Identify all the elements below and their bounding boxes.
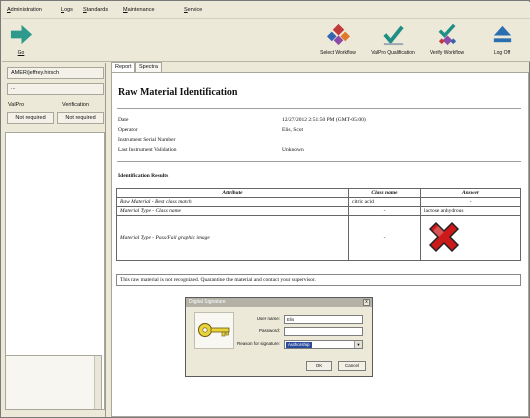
header-answer: Answer (420, 188, 521, 198)
title-divider (117, 108, 521, 109)
log-off-button[interactable]: Log Off (484, 19, 520, 61)
row-attribute: Raw Material - Best class match (116, 197, 349, 207)
table-row: Raw Material - Best class match citric a… (116, 197, 521, 207)
user-field: AMER/jeffrey.hirsch (7, 67, 104, 79)
select-workflow-button[interactable]: Select Workflow (315, 19, 361, 61)
row-attribute: Material Type - Pass/Fail graphic image (116, 215, 349, 261)
go-label: Go (17, 50, 25, 56)
cancel-button[interactable]: Cancel (338, 361, 366, 371)
tab-spectra[interactable]: Spectra (135, 62, 162, 72)
eject-icon (493, 25, 511, 43)
password-label: Password: (258, 328, 280, 333)
valpro-qualification-label: ValPro Qualification (371, 50, 415, 56)
validation-label: Last Instrument Validation (118, 147, 177, 153)
valpro-status: Not required (7, 112, 54, 124)
table-row: Material Type - Pass/Fail graphic image … (116, 215, 521, 261)
row-answer: - (420, 197, 521, 207)
verify-workflow-icon (438, 23, 456, 46)
reason-selected-value: Authorship (286, 342, 312, 348)
select-workflow-label: Select Workflow (320, 50, 356, 56)
select-workflow-icon (326, 23, 350, 46)
row-answer: lactose anhydrous (420, 206, 521, 216)
row-class-name: citric acid (348, 197, 421, 207)
digital-signature-dialog: Digital Signature x User name: Elis Pass… (185, 297, 373, 377)
close-button[interactable]: x (363, 299, 370, 306)
validation-value: Unknown (282, 147, 304, 153)
valpro-qualification-button[interactable]: ValPro Qualification (366, 19, 420, 61)
chevron-down-icon[interactable]: ▼ (354, 341, 362, 348)
log-off-label: Log Off (493, 50, 511, 56)
fail-x-icon (428, 221, 460, 253)
serial-label: Instrument Serial Number (118, 137, 176, 143)
table-row: Material Type - Class name - lactose anh… (116, 206, 521, 216)
operator-value: Elis, Scot (282, 127, 304, 133)
header-class-name: Class name (348, 188, 421, 198)
results-table: Attribute Class name Answer Raw Material… (116, 188, 521, 261)
row-class-name: - (348, 215, 421, 261)
verify-workflow-label: Verify Workflow (429, 50, 465, 56)
password-field[interactable] (284, 327, 363, 336)
report-title: Raw Material Identification (118, 87, 238, 98)
tab-report[interactable]: Report (111, 62, 135, 72)
menu-administration[interactable]: Administration (7, 7, 42, 13)
valpro-label: ValPro (8, 102, 25, 108)
menu-logs[interactable]: Logs (61, 7, 73, 13)
info-divider (117, 161, 521, 162)
user-name-label: User name: (256, 316, 280, 321)
notes-box[interactable] (5, 355, 102, 410)
app-window: Administration Logs Standards Maintenanc… (0, 0, 530, 418)
verify-workflow-button[interactable]: Verify Workflow (424, 19, 470, 61)
date-value: 12/27/2012 2:51:50 PM (GMT-05:00) (282, 117, 366, 123)
dialog-title: Digital Signature (186, 298, 372, 307)
menu-standards[interactable]: Standards (83, 7, 108, 13)
menu-bar: Administration Logs Standards Maintenanc… (2, 2, 530, 19)
reason-label: Reason for signature: (236, 341, 280, 346)
go-arrow-icon (10, 24, 32, 45)
checkmark-icon (382, 25, 404, 46)
secondary-field: ... (7, 83, 104, 95)
toolbar: Go Select Workflow ValPro Qualification (2, 19, 530, 62)
date-label: Date (118, 117, 129, 123)
row-class-name: - (348, 206, 421, 216)
status-message: This raw material is not recognized. Qua… (116, 274, 521, 286)
operator-label: Operator (118, 127, 138, 133)
row-attribute: Material Type - Class name (116, 206, 349, 216)
header-attribute: Attribute (116, 188, 349, 198)
reason-select[interactable]: Authorship ▼ (284, 340, 363, 349)
notes-scrollbar[interactable] (94, 356, 101, 409)
verification-status: Not required (57, 112, 104, 124)
menu-service[interactable]: Service (184, 7, 202, 13)
verification-label: Verification (62, 102, 89, 108)
go-button[interactable]: Go (6, 19, 36, 61)
table-header-row: Attribute Class name Answer (116, 188, 521, 198)
identification-results-title: Identification Results (118, 173, 169, 179)
row-answer (420, 215, 521, 261)
left-panel: AMER/jeffrey.hirsch ... ValPro Verificat… (2, 63, 106, 417)
ok-button[interactable]: OK (306, 361, 332, 371)
user-name-field[interactable]: Elis (284, 315, 363, 324)
menu-maintenance[interactable]: Maintenance (123, 7, 155, 13)
